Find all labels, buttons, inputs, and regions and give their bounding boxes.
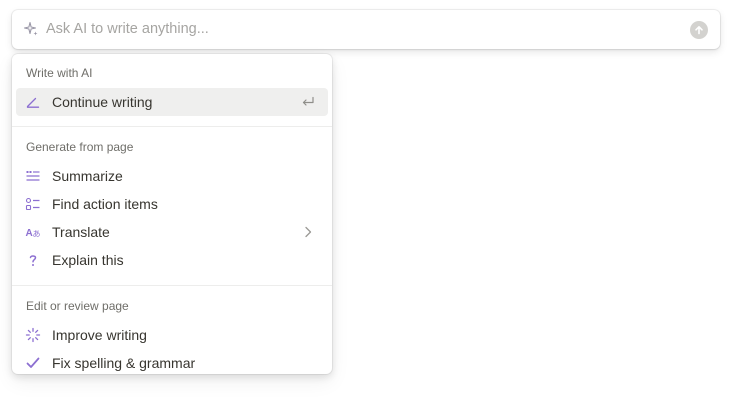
section-label-generate-from-page: Generate from page (26, 140, 134, 154)
section-divider (12, 126, 332, 127)
section-divider (12, 285, 332, 286)
menu-item-label: Continue writing (52, 94, 153, 110)
submit-button[interactable] (690, 21, 708, 39)
question-mark-icon (25, 252, 41, 268)
menu-item-explain-this[interactable]: Explain this (16, 246, 328, 274)
menu-item-label: Summarize (52, 168, 123, 184)
arrow-up-icon (695, 26, 703, 35)
sparkle-icon (23, 21, 39, 37)
menu-item-label: Explain this (52, 252, 124, 268)
ai-command-menu: Write with AI Continue writing Generate … (12, 54, 332, 374)
menu-item-translate[interactable]: A あ Translate (16, 218, 328, 246)
menu-item-improve-writing[interactable]: Improve writing (16, 321, 328, 349)
chevron-right-icon (300, 224, 316, 240)
menu-item-label: Fix spelling & grammar (52, 355, 196, 371)
menu-item-continue-writing[interactable]: Continue writing (16, 88, 328, 116)
svg-text:あ: あ (33, 230, 41, 239)
menu-item-summarize[interactable]: Summarize (16, 162, 328, 190)
menu-item-label: Translate (52, 224, 110, 240)
menu-item-label: Improve writing (52, 327, 147, 343)
menu-item-fix-spelling-grammar[interactable]: Fix spelling & grammar (16, 349, 328, 374)
checklist-icon (25, 196, 41, 212)
section-label-edit-or-review-page: Edit or review page (26, 299, 129, 313)
pen-line-icon (25, 94, 41, 110)
menu-item-label: Find action items (52, 196, 158, 212)
summary-lines-icon (25, 168, 41, 184)
checkmark-icon (25, 355, 41, 371)
enter-return-icon (300, 94, 316, 110)
translate-icon: A あ (25, 224, 41, 240)
menu-item-find-action-items[interactable]: Find action items (16, 190, 328, 218)
loading-sparkle-icon (25, 327, 41, 343)
section-label-write-with-ai: Write with AI (26, 66, 93, 80)
ask-ai-input[interactable] (46, 18, 676, 40)
ask-ai-bar (12, 10, 720, 49)
